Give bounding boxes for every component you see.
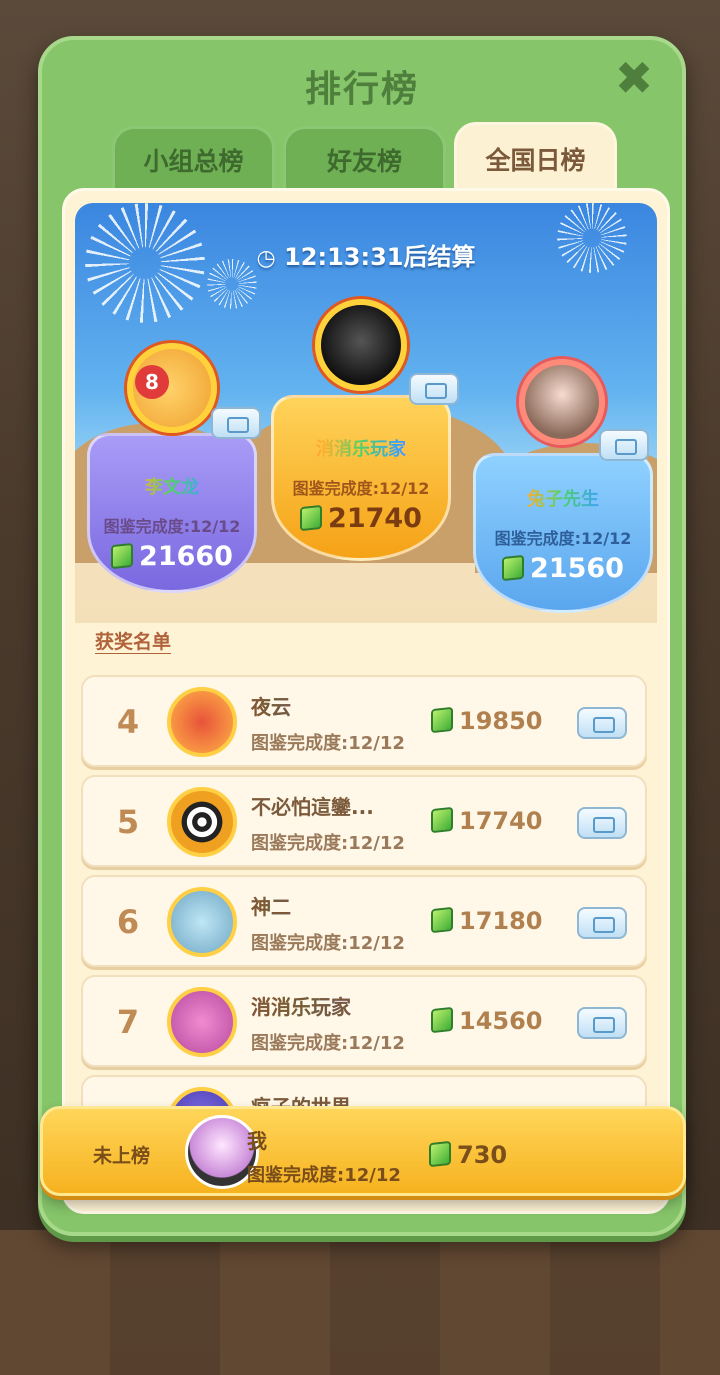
prize-list-label[interactable]: 获奖名单: [95, 627, 171, 654]
player-completion: 图鉴完成度:12/12: [251, 933, 405, 954]
podium-completion: 图鉴完成度:12/12: [494, 529, 632, 548]
gem-icon: [431, 806, 453, 834]
player-name: 不必怕這鑾...: [251, 795, 374, 819]
tab-friends[interactable]: 好友榜: [283, 126, 446, 194]
player-score: 17180: [431, 906, 543, 935]
leaderboard-panel: 排行榜 ✖ 小组总榜 好友榜 全国日榜 ◷ 12:13:31后结算 8 李文龙: [38, 36, 686, 1236]
rank-list: 4 夜云 图鉴完成度:12/12 19850 5 不必怕這鑾... 图鉴完成度:…: [81, 675, 647, 1175]
avatar: [167, 787, 237, 857]
avatar: [167, 887, 237, 957]
prize-box-icon: [599, 429, 649, 461]
rank-number: 7: [116, 1003, 140, 1041]
clock-icon: ◷: [256, 246, 276, 271]
tab-group-total[interactable]: 小组总榜: [112, 126, 275, 194]
player-score: 17740: [431, 806, 543, 835]
podium-name: 李文龙: [101, 473, 243, 503]
podium-stage: ◷ 12:13:31后结算 8 李文龙 图鉴完成度:12/12 21660 消消…: [75, 203, 657, 623]
podium-completion: 图鉴完成度:12/12: [103, 517, 241, 536]
my-name: 我: [247, 1129, 267, 1153]
rank-number: 6: [116, 903, 140, 941]
prize-box-icon: [577, 707, 627, 739]
rank-number: 5: [116, 803, 140, 841]
gem-icon: [111, 542, 134, 570]
avatar: [315, 299, 407, 391]
podium-first[interactable]: 消消乐玩家 图鉴完成度:12/12 21740: [271, 289, 459, 579]
gem-icon: [431, 706, 453, 734]
gem-icon: [429, 1140, 451, 1168]
tab-national-daily[interactable]: 全国日榜: [454, 122, 617, 194]
avatar: [167, 687, 237, 757]
panel-title: 排行榜: [304, 69, 419, 110]
prize-box-icon: [577, 1007, 627, 1039]
player-name: 消消乐玩家: [251, 991, 351, 1020]
player-name: 神二: [251, 891, 291, 920]
avatar: [167, 987, 237, 1057]
player-completion: 图鉴完成度:12/12: [251, 833, 405, 854]
list-item[interactable]: 5 不必怕這鑾... 图鉴完成度:12/12 17740: [81, 775, 647, 867]
list-item[interactable]: 6 神二 图鉴完成度:12/12 17180: [81, 875, 647, 967]
gem-icon: [431, 906, 453, 934]
player-completion: 图鉴完成度:12/12: [251, 1033, 405, 1054]
leaderboard-content: ◷ 12:13:31后结算 8 李文龙 图鉴完成度:12/12 21660 消消…: [62, 188, 670, 1214]
list-item[interactable]: 4 夜云 图鉴完成度:12/12 19850: [81, 675, 647, 767]
player-score: 14560: [431, 1006, 543, 1035]
tab-bar: 小组总榜 好友榜 全国日榜: [112, 122, 617, 194]
prize-box-icon: [211, 407, 261, 439]
podium-completion: 图鉴完成度:12/12: [292, 479, 430, 498]
settlement-timer: ◷ 12:13:31后结算: [75, 237, 657, 272]
podium-name: 消消乐玩家: [285, 435, 437, 465]
player-score: 19850: [431, 706, 543, 735]
prize-box-icon: [577, 907, 627, 939]
gem-icon: [431, 1006, 453, 1034]
my-score: 730: [429, 1140, 507, 1169]
player-completion: 图鉴完成度:12/12: [251, 733, 405, 754]
player-name: 夜云: [251, 691, 291, 720]
my-completion: 图鉴完成度:12/12: [247, 1165, 401, 1186]
podium-third[interactable]: 兔子先生 图鉴完成度:12/12 21560: [473, 343, 653, 623]
avatar: [519, 359, 605, 445]
my-rank-bar[interactable]: 未上榜 我 图鉴完成度:12/12 730: [40, 1106, 686, 1196]
background-floor: [0, 1230, 720, 1375]
close-icon[interactable]: ✖: [612, 55, 656, 102]
unranked-label: 未上榜: [93, 1145, 151, 1167]
rank-number: 4: [116, 703, 140, 741]
podium-second[interactable]: 8 李文龙 图鉴完成度:12/12 21660: [87, 333, 261, 603]
prize-box-icon: [409, 373, 459, 405]
podium-score: 21560: [473, 553, 653, 584]
podium-score: 21740: [271, 503, 451, 534]
podium-score: 21660: [87, 541, 257, 572]
podium-name: 兔子先生: [487, 485, 639, 515]
prize-box-icon: [577, 807, 627, 839]
gem-icon: [300, 504, 323, 532]
timer-text: 12:13:31后结算: [284, 243, 476, 271]
list-item[interactable]: 7 消消乐玩家 图鉴完成度:12/12 14560: [81, 975, 647, 1067]
gem-icon: [502, 554, 525, 582]
rank-badge: 8: [135, 365, 169, 399]
